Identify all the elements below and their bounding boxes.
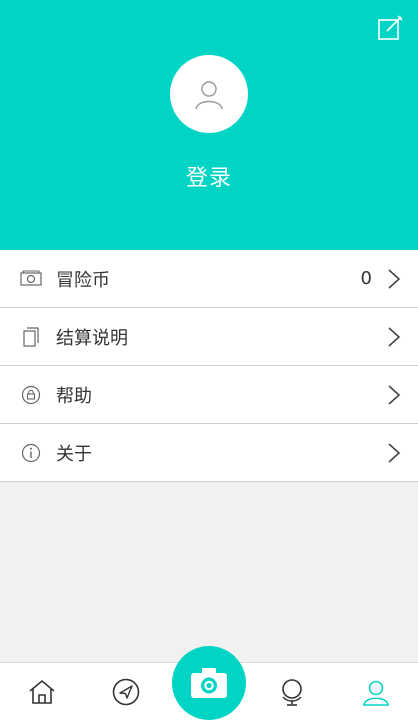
profile-header: 登录 [0, 0, 418, 250]
menu-item-label: 冒险币 [56, 269, 110, 291]
menu-list: 冒险币 0 结算说明 帮助 关于 [0, 250, 418, 482]
menu-item-settlement[interactable]: 结算说明 [0, 308, 418, 366]
money-icon [20, 270, 42, 286]
chevron-right-icon [388, 442, 401, 463]
camera-button[interactable] [172, 646, 246, 720]
chevron-right-icon [388, 326, 401, 347]
login-link[interactable]: 登录 [0, 160, 418, 192]
edit-icon [378, 15, 403, 40]
empty-area [0, 482, 418, 662]
menu-item-coins[interactable]: 冒险币 0 [0, 250, 418, 308]
edit-button[interactable] [376, 14, 404, 42]
camera-icon [191, 668, 227, 698]
globe-icon [282, 679, 302, 706]
tab-home[interactable] [27, 677, 57, 707]
chevron-right-icon [388, 268, 401, 289]
tab-globe[interactable] [277, 677, 307, 707]
send-icon [112, 678, 140, 706]
document-icon [23, 326, 39, 347]
menu-item-about[interactable]: 关于 [0, 424, 418, 482]
user-icon [195, 81, 223, 110]
tab-send[interactable] [111, 677, 141, 707]
tab-profile[interactable] [361, 677, 391, 707]
menu-item-label: 关于 [56, 443, 92, 465]
chevron-right-icon [388, 384, 401, 405]
menu-item-help[interactable]: 帮助 [0, 366, 418, 424]
info-icon [21, 443, 41, 462]
menu-item-label: 帮助 [56, 385, 92, 407]
coin-count: 0 [360, 268, 372, 289]
menu-item-label: 结算说明 [56, 327, 128, 349]
home-icon [29, 679, 55, 704]
avatar[interactable] [170, 55, 248, 133]
profile-icon [363, 680, 389, 706]
help-icon [21, 385, 41, 404]
